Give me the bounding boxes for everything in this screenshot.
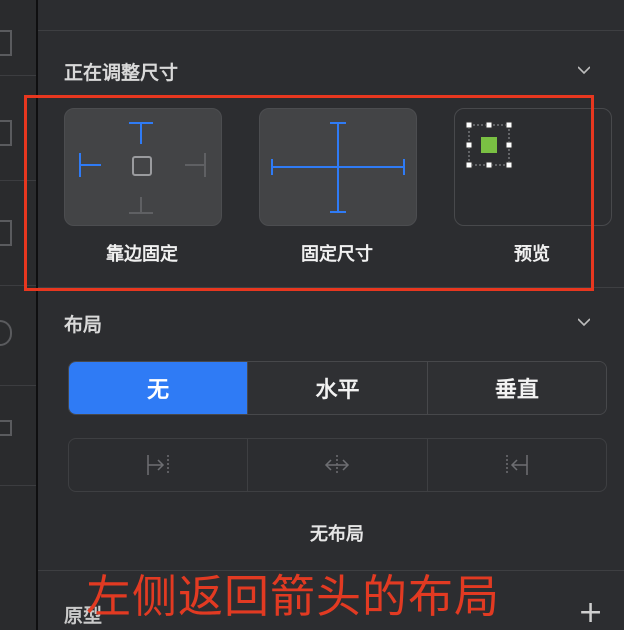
layout-direction-control bbox=[68, 438, 607, 492]
chevron-down-icon[interactable] bbox=[578, 316, 590, 328]
align-center-button[interactable] bbox=[247, 439, 426, 491]
layout-status-text: 无布局 bbox=[310, 524, 364, 545]
align-center-icon bbox=[325, 455, 350, 475]
toolbar-tool-icon[interactable] bbox=[0, 320, 12, 346]
annotation-caption: 左侧返回箭头的布局 bbox=[86, 570, 501, 623]
align-left-button[interactable] bbox=[69, 439, 247, 491]
layout-vertical-button[interactable]: 垂直 bbox=[426, 362, 606, 414]
annotation-highlight-box bbox=[24, 95, 594, 291]
toolbar-divider bbox=[0, 75, 36, 76]
layout-section-title: 布局 bbox=[64, 314, 103, 336]
align-right-button[interactable] bbox=[426, 439, 606, 491]
chevron-down-icon[interactable] bbox=[578, 64, 590, 76]
section-divider bbox=[38, 30, 624, 31]
layout-none-button[interactable]: 无 bbox=[69, 362, 248, 414]
toolbar-tool-icon[interactable] bbox=[0, 220, 12, 246]
sizing-section-title: 正在调整尺寸 bbox=[64, 62, 179, 84]
layout-segmented-control: 无 水平 垂直 bbox=[68, 361, 607, 415]
toolbar-tool-icon[interactable] bbox=[0, 30, 12, 56]
align-left-icon bbox=[147, 455, 169, 475]
toolbar-tool-icon[interactable] bbox=[0, 420, 12, 436]
toolbar-tool-icon[interactable] bbox=[0, 120, 12, 146]
add-icon[interactable]: + bbox=[578, 598, 603, 628]
align-right-icon bbox=[506, 455, 528, 475]
layout-horizontal-button[interactable]: 水平 bbox=[247, 362, 427, 414]
toolbar-divider bbox=[0, 485, 36, 486]
toolbar-divider bbox=[0, 385, 36, 386]
